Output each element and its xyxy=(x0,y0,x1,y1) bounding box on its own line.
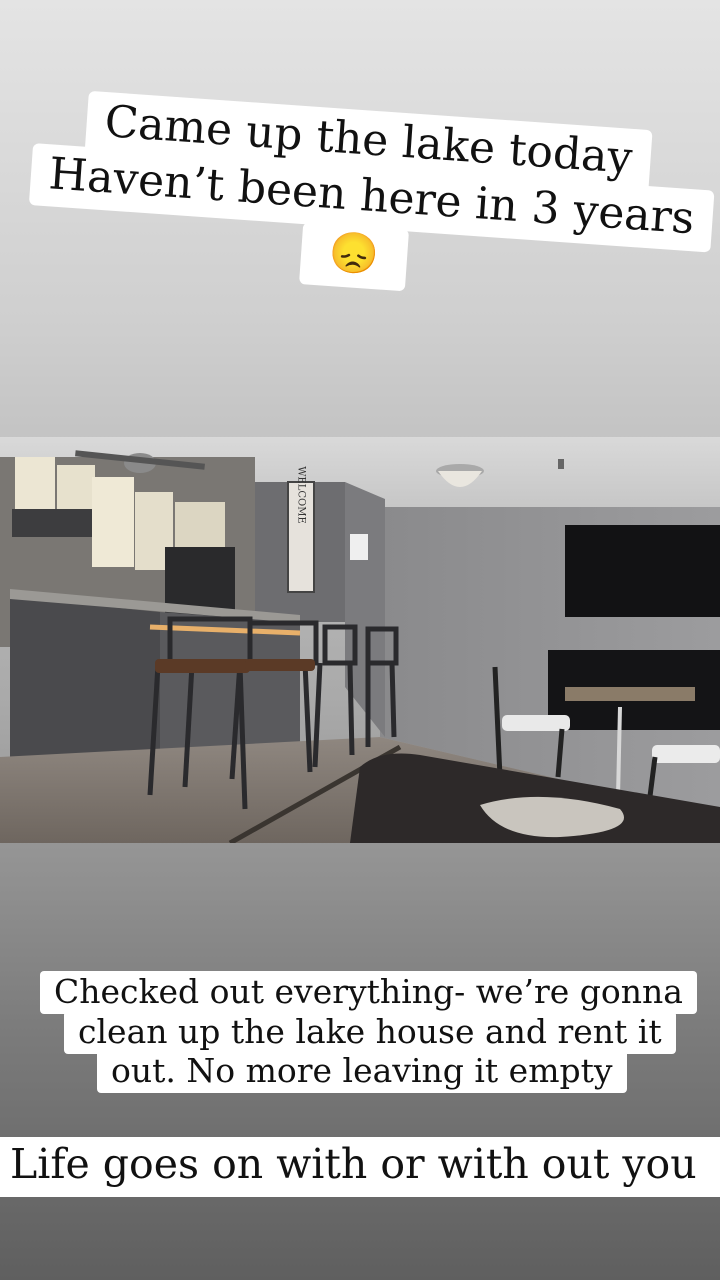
caption-middle-line-1: Checked out everything- we’re gonna xyxy=(40,971,697,1014)
story-screen[interactable]: Came up the lake today Haven’t been here… xyxy=(0,0,720,1280)
caption-middle-line-3: out. No more leaving it empty xyxy=(97,1050,627,1093)
welcome-sign: WELCOME xyxy=(296,466,307,524)
caption-middle-line-2: clean up the lake house and rent it xyxy=(64,1011,676,1054)
caption-top: Came up the lake today Haven’t been here… xyxy=(0,0,720,355)
living-room-photo: WELCOME xyxy=(0,437,720,843)
caption-bottom-bar: Life goes on with or with out you xyxy=(0,1137,720,1197)
caption-bottom-text: Life goes on with or with out you xyxy=(10,1140,697,1188)
disappointed-face-emoji: 😞 xyxy=(298,222,409,292)
